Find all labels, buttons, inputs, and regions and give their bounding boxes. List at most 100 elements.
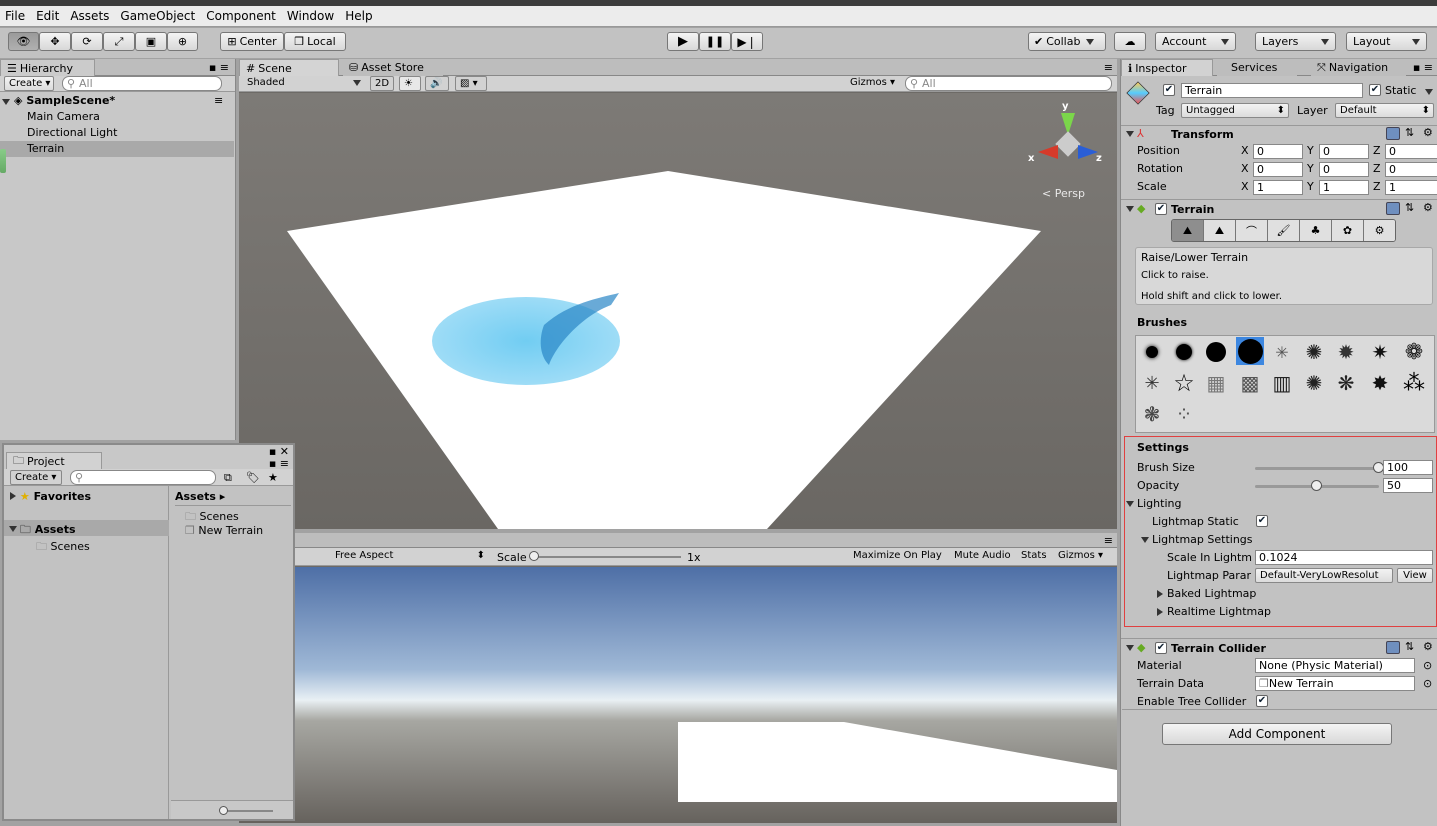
expand-icon[interactable] bbox=[9, 526, 17, 532]
effects-dropdown[interactable]: ▨ ▾ bbox=[455, 76, 487, 91]
brush-burst[interactable]: ✳ bbox=[1138, 369, 1166, 397]
opacity-slider-thumb[interactable] bbox=[1311, 480, 1322, 491]
icon-size-thumb[interactable] bbox=[219, 806, 228, 815]
lightmap-view-button[interactable]: View bbox=[1397, 568, 1433, 583]
expand-icon[interactable] bbox=[1157, 590, 1163, 598]
collider-enabled-checkbox[interactable]: ✔ bbox=[1155, 642, 1167, 654]
lighting-toggle[interactable]: ☀ bbox=[399, 76, 421, 91]
audio-toggle[interactable]: 🔊 bbox=[425, 76, 449, 91]
hierarchy-create-button[interactable]: Create ▾ bbox=[4, 76, 54, 91]
add-component-button[interactable]: Add Component bbox=[1162, 723, 1392, 745]
menu-gameobject[interactable]: GameObject bbox=[120, 9, 195, 23]
account-dropdown[interactable]: Account bbox=[1155, 32, 1236, 51]
tab-scene[interactable]: # Scene bbox=[239, 59, 339, 76]
enable-tree-collider-checkbox[interactable]: ✔ bbox=[1256, 695, 1268, 707]
gear-icon[interactable]: ⚙ bbox=[1423, 201, 1433, 214]
hierarchy-search-input[interactable]: ⚲ All bbox=[62, 76, 222, 91]
preset-icon[interactable]: ⇅ bbox=[1405, 201, 1414, 214]
tab-inspector[interactable]: ℹ Inspector bbox=[1121, 59, 1213, 76]
brush-soft-medium[interactable] bbox=[1170, 338, 1198, 366]
tab-asset-store[interactable]: ⛁ Asset Store bbox=[343, 59, 443, 76]
aspect-dropdown[interactable]: Free Aspect ⬍ bbox=[331, 549, 489, 564]
expand-icon[interactable] bbox=[1126, 131, 1134, 137]
pivot-center-button[interactable]: ⊞ Center bbox=[220, 32, 284, 51]
brush-size-slider-track[interactable] bbox=[1255, 467, 1379, 470]
gizmos-dropdown[interactable]: Gizmos ▾ bbox=[846, 76, 900, 91]
expand-icon[interactable] bbox=[10, 492, 16, 500]
brush-dots[interactable]: ⁂ bbox=[1400, 369, 1428, 397]
brush-hard-medium[interactable] bbox=[1202, 338, 1230, 366]
layer-dropdown[interactable]: Default ⬍ bbox=[1335, 103, 1434, 118]
scene-root[interactable]: ◈ SampleScene* ≡ bbox=[0, 93, 234, 109]
layers-dropdown[interactable]: Layers bbox=[1255, 32, 1336, 51]
active-checkbox[interactable]: ✔ bbox=[1163, 84, 1175, 96]
collab-dropdown[interactable]: ✔ Collab bbox=[1028, 32, 1106, 51]
cloud-button[interactable]: ☁ bbox=[1114, 32, 1146, 51]
menu-help[interactable]: Help bbox=[345, 9, 372, 23]
panel-menu-icon[interactable]: ≡ bbox=[1104, 61, 1113, 74]
axis-y-label[interactable]: Y bbox=[1307, 180, 1314, 193]
axis-y-label[interactable]: Y bbox=[1307, 162, 1314, 175]
brush-noise-4[interactable]: ✷ bbox=[1366, 338, 1394, 366]
object-picker-icon[interactable]: ⊙ bbox=[1423, 677, 1432, 690]
lightmap-settings-foldout[interactable]: Lightmap Settings bbox=[1152, 533, 1253, 546]
menu-assets[interactable]: Assets bbox=[70, 9, 109, 23]
panel-menu-icon[interactable]: ≡ bbox=[1104, 534, 1113, 547]
scale-slider-thumb[interactable] bbox=[529, 551, 539, 561]
brush-speckle-2[interactable]: ⁘ bbox=[1170, 400, 1198, 428]
transform-scale-y-input[interactable]: 1 bbox=[1319, 180, 1369, 195]
help-book-icon[interactable] bbox=[1386, 641, 1400, 654]
asset-item-new-terrain[interactable]: ❒ New Terrain bbox=[185, 524, 263, 537]
transform-scale-z-input[interactable]: 1 bbox=[1385, 180, 1437, 195]
tab-project[interactable]: 🗀 Project bbox=[6, 452, 102, 469]
brush-hard-large-selected[interactable] bbox=[1236, 337, 1264, 365]
transform-tool-button[interactable]: ⊕ bbox=[167, 32, 198, 51]
brush-texture-2[interactable]: ▩ bbox=[1236, 369, 1264, 397]
maximize-on-play-toggle[interactable]: Maximize On Play bbox=[849, 549, 947, 564]
mute-audio-toggle[interactable]: Mute Audio bbox=[950, 549, 1015, 564]
brush-texture-5[interactable]: ❋ bbox=[1332, 369, 1360, 397]
axis-x-label[interactable]: X bbox=[1241, 180, 1249, 193]
stats-toggle[interactable]: Stats bbox=[1017, 549, 1051, 564]
smooth-height-tool-button[interactable]: ⌒ bbox=[1236, 220, 1268, 241]
brush-noise-5[interactable]: ❁ bbox=[1400, 338, 1428, 366]
scene-viewport[interactable] bbox=[239, 93, 1117, 529]
panel-menu-icon[interactable]: ▪ ≡ bbox=[1413, 61, 1433, 74]
material-object-field[interactable]: None (Physic Material) bbox=[1255, 658, 1415, 673]
expand-icon[interactable] bbox=[1126, 501, 1134, 507]
axis-y-label[interactable]: Y bbox=[1307, 144, 1314, 157]
panel-menu-icon[interactable]: ▪ ≡ bbox=[209, 61, 229, 74]
transform-scale-x-input[interactable]: 1 bbox=[1253, 180, 1303, 195]
object-name-input[interactable]: Terrain bbox=[1181, 83, 1363, 98]
brush-texture-1[interactable]: ▦ bbox=[1202, 369, 1230, 397]
preset-icon[interactable]: ⇅ bbox=[1405, 126, 1414, 139]
2d-toggle[interactable]: 2D bbox=[370, 76, 394, 91]
scene-search-input[interactable]: ⚲ All bbox=[905, 76, 1112, 91]
transform-position-y-input[interactable]: 0 bbox=[1319, 144, 1369, 159]
raise-lower-tool-button[interactable]: ⛰ bbox=[1172, 220, 1204, 241]
hierarchy-item-terrain[interactable]: Terrain bbox=[0, 141, 234, 157]
brush-soft-small[interactable] bbox=[1138, 338, 1166, 366]
expand-icon[interactable] bbox=[1126, 645, 1134, 651]
asset-breadcrumb[interactable]: Assets ▸ bbox=[175, 490, 291, 506]
axis-z-label[interactable]: Z bbox=[1373, 162, 1381, 175]
game-viewport[interactable] bbox=[239, 567, 1117, 823]
expand-icon[interactable] bbox=[1157, 608, 1163, 616]
object-picker-icon[interactable]: ⊙ bbox=[1423, 659, 1432, 672]
lightmap-static-checkbox[interactable]: ✔ bbox=[1256, 515, 1268, 527]
gizmo-center-cube[interactable] bbox=[1055, 131, 1081, 157]
pivot-local-button[interactable]: ❒ Local bbox=[284, 32, 346, 51]
scale-slider-track[interactable] bbox=[531, 556, 681, 558]
tab-services[interactable]: Services bbox=[1217, 59, 1297, 76]
brush-splatter[interactable]: ✸ bbox=[1366, 369, 1394, 397]
z-axis-cone[interactable] bbox=[1078, 145, 1098, 159]
layout-dropdown[interactable]: Layout bbox=[1346, 32, 1427, 51]
lightmap-parameters-dropdown[interactable]: Default-VeryLowResolut bbox=[1255, 568, 1393, 583]
menu-window[interactable]: Window bbox=[287, 9, 334, 23]
menu-edit[interactable]: Edit bbox=[36, 9, 59, 23]
brush-speckle-1[interactable]: ❃ bbox=[1138, 400, 1166, 428]
static-checkbox[interactable]: ✔ bbox=[1369, 84, 1381, 96]
icon-size-slider[interactable] bbox=[221, 810, 273, 812]
baked-lightmap-foldout[interactable]: Baked Lightmap bbox=[1167, 587, 1256, 600]
game-gizmos-dropdown[interactable]: Gizmos ▾ bbox=[1054, 549, 1112, 564]
